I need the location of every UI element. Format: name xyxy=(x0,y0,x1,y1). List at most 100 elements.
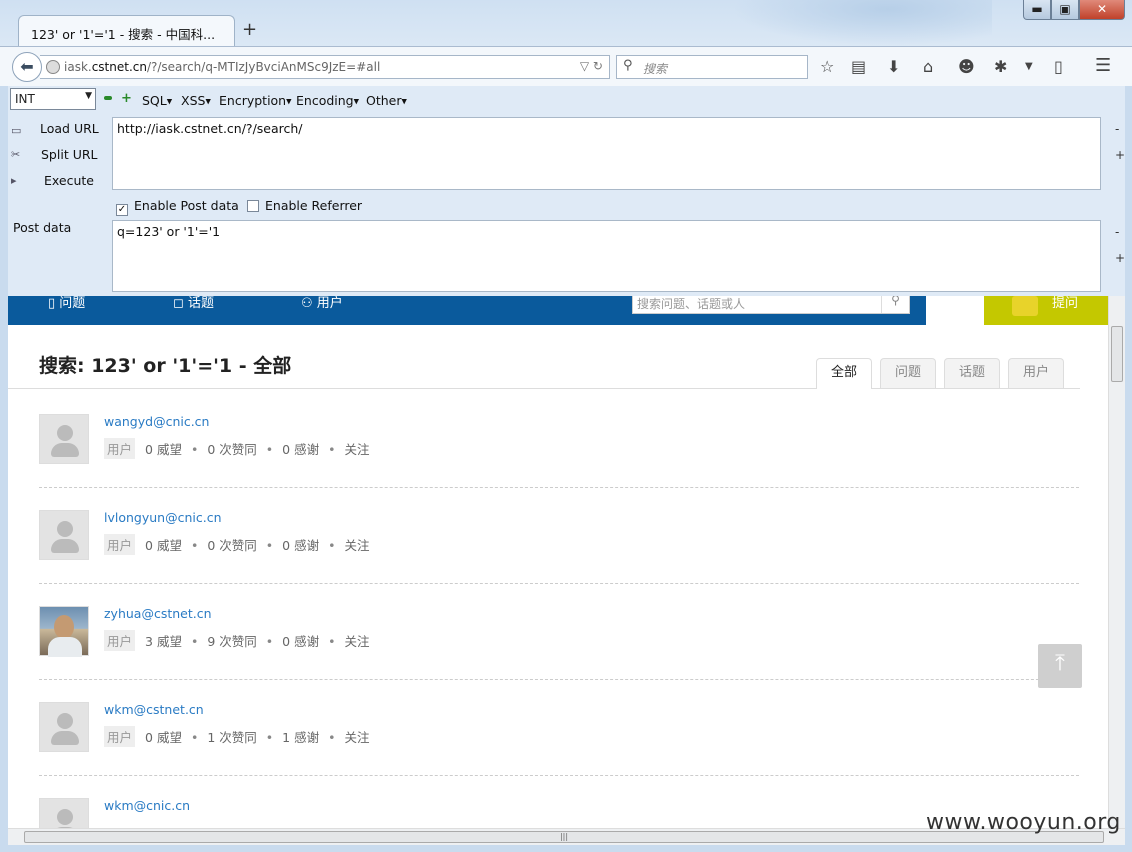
enable-post-checkbox[interactable]: ✓ Enable Post data xyxy=(116,198,239,216)
thanks-count: 0 感谢 xyxy=(282,442,320,457)
user-stats: 用户 0 威望 • 0 次赞同 • 0 感谢 • 关注 xyxy=(104,438,369,459)
follow-link[interactable]: 关注 xyxy=(344,442,369,457)
web-page: ▯ 问题 ◻ 话题 ⚇ 用户 搜索问题、话题或人 ⚲ 提问 搜索: 123' o… xyxy=(8,296,1108,828)
dropdown-icon[interactable]: ▼ xyxy=(1025,61,1033,72)
nav-users[interactable]: ⚇ 用户 xyxy=(301,296,343,311)
tab-topics[interactable]: 话题 xyxy=(944,358,1000,388)
menu-other[interactable]: Other▼ xyxy=(366,93,407,108)
menu-icon[interactable]: ☰ xyxy=(1095,55,1111,76)
url-shrink-button[interactable]: - xyxy=(1115,122,1119,136)
load-url-button[interactable]: Load URL xyxy=(40,121,99,136)
notes-icon[interactable]: ▯ xyxy=(1054,57,1063,76)
user-name-link[interactable]: wkm@cstnet.cn xyxy=(104,702,204,717)
post-data-label: Post data xyxy=(13,220,72,235)
vertical-scroll-thumb[interactable] xyxy=(1111,326,1123,382)
ask-button-label: 提问 xyxy=(1052,296,1079,311)
vertical-scrollbar[interactable] xyxy=(1108,296,1125,828)
user-name-link[interactable]: zyhua@cstnet.cn xyxy=(104,606,212,621)
search-input[interactable]: ⚲ 搜索 xyxy=(616,55,808,79)
search-icon[interactable]: ⚲ xyxy=(881,296,909,313)
list-item: wkm@cstnet.cn 用户 0 威望 • 1 次赞同 • 1 感谢 • 关注 xyxy=(39,680,1079,776)
window-titlebar: 123' or '1'='1 - 搜索 - 中国科... + ▬ ▣ ✕ xyxy=(0,0,1132,46)
globe-icon xyxy=(46,60,60,74)
avatar[interactable] xyxy=(39,414,89,464)
watermark: www.wooyun.org xyxy=(926,810,1121,835)
enable-referrer-checkbox[interactable]: Enable Referrer xyxy=(247,198,362,213)
follow-link[interactable]: 关注 xyxy=(344,634,369,649)
follow-link[interactable]: 关注 xyxy=(344,730,369,745)
new-tab-button[interactable]: + xyxy=(242,19,257,40)
reading-list-icon[interactable]: ▤ xyxy=(851,57,866,76)
user-tag: 用户 xyxy=(104,534,136,555)
chevron-down-icon: ▼ xyxy=(85,91,92,101)
user-tag: 用户 xyxy=(104,438,136,459)
post-shrink-button[interactable]: - xyxy=(1115,225,1119,239)
avatar[interactable] xyxy=(39,798,89,828)
increase-icon[interactable]: + xyxy=(121,91,132,106)
nav-topics-label: 话题 xyxy=(187,296,214,311)
tab-all[interactable]: 全部 xyxy=(816,358,872,389)
browser-tab[interactable]: 123' or '1'='1 - 搜索 - 中国科... xyxy=(18,15,235,46)
agree-count: 0 次赞同 xyxy=(207,442,257,457)
prestige: 0 威望 xyxy=(145,730,182,745)
type-select[interactable]: INT ▼ xyxy=(10,88,96,110)
menu-encryption[interactable]: Encryption▼ xyxy=(219,93,292,108)
agree-count: 0 次赞同 xyxy=(207,538,257,553)
split-url-button[interactable]: Split URL xyxy=(41,147,98,162)
nav-questions[interactable]: ▯ 问题 xyxy=(48,296,85,311)
menu-sql-label: SQL xyxy=(142,93,167,108)
bookmark-star-icon[interactable]: ☆ xyxy=(820,57,834,76)
type-select-value: INT xyxy=(15,92,35,106)
reload-icon[interactable]: ▽ ↻ xyxy=(580,59,603,73)
scissors-icon: ✂ xyxy=(11,148,21,161)
avatar[interactable] xyxy=(39,702,89,752)
close-button[interactable]: ✕ xyxy=(1079,0,1125,20)
user-tag: 用户 xyxy=(104,630,136,651)
minimize-button[interactable]: ▬ xyxy=(1023,0,1051,20)
execute-button[interactable]: Execute xyxy=(44,173,94,188)
decrease-icon[interactable] xyxy=(104,96,112,100)
user-name-link[interactable]: lvlongyun@cnic.cn xyxy=(104,510,222,525)
post-data-textarea[interactable]: q=123' or '1'='1 xyxy=(112,220,1101,292)
tab-users[interactable]: 用户 xyxy=(1008,358,1064,388)
site-nav: ▯ 问题 ◻ 话题 ⚇ 用户 搜索问题、话题或人 ⚲ xyxy=(8,296,926,325)
enable-post-label: Enable Post data xyxy=(134,198,239,213)
list-item: lvlongyun@cnic.cn 用户 0 威望 • 0 次赞同 • 0 感谢 • 关注 xyxy=(39,488,1079,584)
menu-xss[interactable]: XSS▼ xyxy=(181,93,211,108)
home-icon[interactable]: ⌂ xyxy=(923,57,933,76)
window-border-bottom xyxy=(0,845,1132,852)
back-button[interactable]: ⬅ xyxy=(12,52,42,82)
enable-referrer-label: Enable Referrer xyxy=(265,198,363,213)
tab-questions[interactable]: 问题 xyxy=(880,358,936,388)
menu-sql[interactable]: SQL▼ xyxy=(142,93,172,108)
user-stats: 用户 0 威望 • 0 次赞同 • 0 感谢 • 关注 xyxy=(104,534,369,555)
search-placeholder: 搜索 xyxy=(643,62,668,76)
page-title: 搜索: 123' or '1'='1 - 全部 xyxy=(39,355,292,377)
user-name-link[interactable]: wkm@cnic.cn xyxy=(104,798,190,813)
url-expand-button[interactable]: + xyxy=(1115,148,1125,162)
download-icon[interactable]: ⬇ xyxy=(887,57,900,76)
url-textarea[interactable]: http://iask.cstnet.cn/?/search/ xyxy=(112,117,1101,190)
nav-users-label: 用户 xyxy=(316,296,343,311)
chat-icon[interactable]: ☻ xyxy=(958,57,975,76)
avatar[interactable] xyxy=(39,510,89,560)
site-search-input[interactable]: 搜索问题、话题或人 ⚲ xyxy=(632,296,910,314)
post-data-value: q=123' or '1'='1 xyxy=(117,224,221,239)
follow-link[interactable]: 关注 xyxy=(344,538,369,553)
edit-icon xyxy=(1012,296,1038,316)
nav-topics[interactable]: ◻ 话题 xyxy=(173,296,214,311)
window-border-left xyxy=(0,86,8,852)
menu-encryption-label: Encryption xyxy=(219,93,287,108)
firebug-icon[interactable]: ✱ xyxy=(994,57,1007,76)
url-bar[interactable]: iask.cstnet.cn/?/search/q-MTIzJyBvciAnMS… xyxy=(40,55,610,79)
ask-button[interactable]: 提问 xyxy=(984,296,1108,325)
maximize-button[interactable]: ▣ xyxy=(1051,0,1079,20)
back-to-top-button[interactable]: ⤒ xyxy=(1038,644,1082,688)
user-name-link[interactable]: wangyd@cnic.cn xyxy=(104,414,209,429)
arrow-up-icon: ⤒ xyxy=(1055,651,1065,676)
avatar[interactable] xyxy=(39,606,89,657)
menu-encoding[interactable]: Encoding▼ xyxy=(296,93,359,108)
result-tabs-divider xyxy=(8,388,1080,389)
post-expand-button[interactable]: + xyxy=(1115,251,1125,265)
site-search-placeholder: 搜索问题、话题或人 xyxy=(637,297,746,311)
